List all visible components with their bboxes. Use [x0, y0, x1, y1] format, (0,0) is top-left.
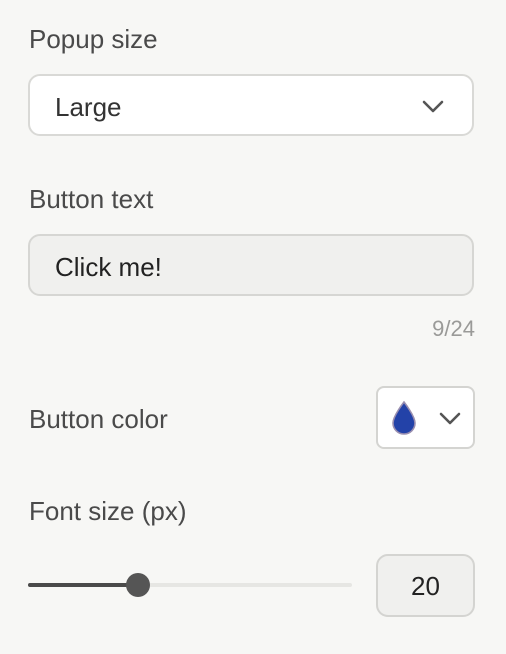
color-drop-icon	[392, 400, 416, 435]
button-text-label: Button text	[29, 184, 154, 214]
slider-thumb[interactable]	[126, 573, 150, 597]
button-text-value: Click me!	[55, 252, 162, 282]
chevron-down-icon	[422, 100, 444, 113]
character-counter: 9/24	[432, 316, 475, 341]
button-color-picker[interactable]	[376, 386, 475, 449]
popup-size-selected-value: Large	[55, 92, 122, 122]
button-color-label: Button color	[29, 404, 168, 434]
slider-fill	[28, 583, 138, 587]
font-size-label: Font size (px)	[29, 496, 187, 526]
popup-size-label: Popup size	[29, 24, 158, 54]
popup-size-select[interactable]: Large	[28, 74, 474, 136]
font-size-value: 20	[411, 571, 440, 601]
button-text-input[interactable]: Click me!	[28, 234, 474, 296]
font-size-input[interactable]: 20	[376, 554, 475, 617]
font-size-slider[interactable]	[28, 573, 352, 597]
chevron-down-icon	[439, 412, 461, 425]
